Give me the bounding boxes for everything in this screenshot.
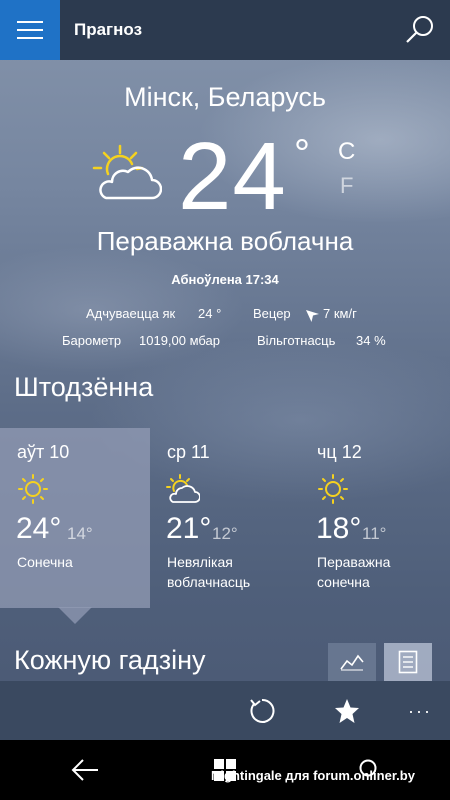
back-button[interactable] [65,752,105,788]
app-header: Прагноз [0,0,450,60]
wind-value: 7 км/г [323,306,357,321]
day-high-temp: 18° [316,512,362,545]
list-icon [398,650,418,674]
day-low-temp: 12° [212,524,238,543]
sun-icon [18,474,48,504]
current-condition: Пераважна воблачна [96,226,354,256]
day-name: чц 12 [317,442,362,462]
star-icon [335,699,359,723]
day-condition: Невялікая воблачнасць [167,554,251,590]
sun-icon [318,474,348,504]
list-view-button[interactable] [384,643,432,681]
wind-direction-icon [306,310,319,322]
refresh-icon [250,698,275,723]
wind-label: Вецер [253,306,291,321]
selected-day-pointer [58,607,92,624]
day-card-thu[interactable]: чц 12 18° 11° Пераважна сонечна [300,428,450,608]
refresh-button[interactable] [242,691,282,731]
feels-like-label: Адчуваецца як [86,306,176,321]
chart-view-button[interactable] [328,643,376,681]
humidity-value: 34 % [356,333,386,348]
more-options-button[interactable]: ··· [400,691,440,731]
day-high-temp: 24° [16,512,62,545]
feels-like-value: 24 ° [198,306,222,321]
back-arrow-icon [71,759,98,781]
humidity-label: Вільготнасць [257,333,336,348]
current-temperature: 24 [178,123,287,230]
partly-cloudy-icon [166,474,200,503]
fahrenheit-toggle[interactable]: F [340,173,353,199]
app-title: Прагноз [74,20,143,39]
updated-time: Абноўлена 17:34 [171,272,279,287]
search-icon[interactable] [404,14,436,46]
day-condition: Пераважна сонечна [317,554,391,590]
line-chart-icon [340,654,364,671]
day-card-tue[interactable]: аўт 10 24° 14° Сонечна [0,428,150,608]
celsius-toggle[interactable]: C [338,138,355,166]
watermark-text: Nightingale для forum.onliner.by [211,768,415,783]
day-condition: Сонечна [17,554,73,570]
day-name: аўт 10 [17,442,70,462]
location-name: Мінск, Беларусь [124,82,326,112]
app-bar: ··· [0,681,450,740]
hourly-title: Кожную гадзіну [14,645,206,675]
hamburger-icon [17,20,43,40]
degree-symbol: ° [294,132,310,176]
favorite-button[interactable] [327,691,367,731]
day-name: ср 11 [167,442,210,462]
day-low-temp: 11° [362,524,387,543]
day-card-wed[interactable]: ср 11 21° 12° Невялікая воблачнасць [150,428,300,608]
day-low-temp: 14° [67,524,93,543]
day-high-temp: 21° [166,512,212,545]
barometer-label: Барометр [62,333,122,348]
hamburger-menu-button[interactable] [0,0,60,60]
barometer-value: 1019,00 мбар [139,333,221,348]
partly-cloudy-icon [92,144,162,200]
daily-title: Штодзённа [14,372,154,402]
